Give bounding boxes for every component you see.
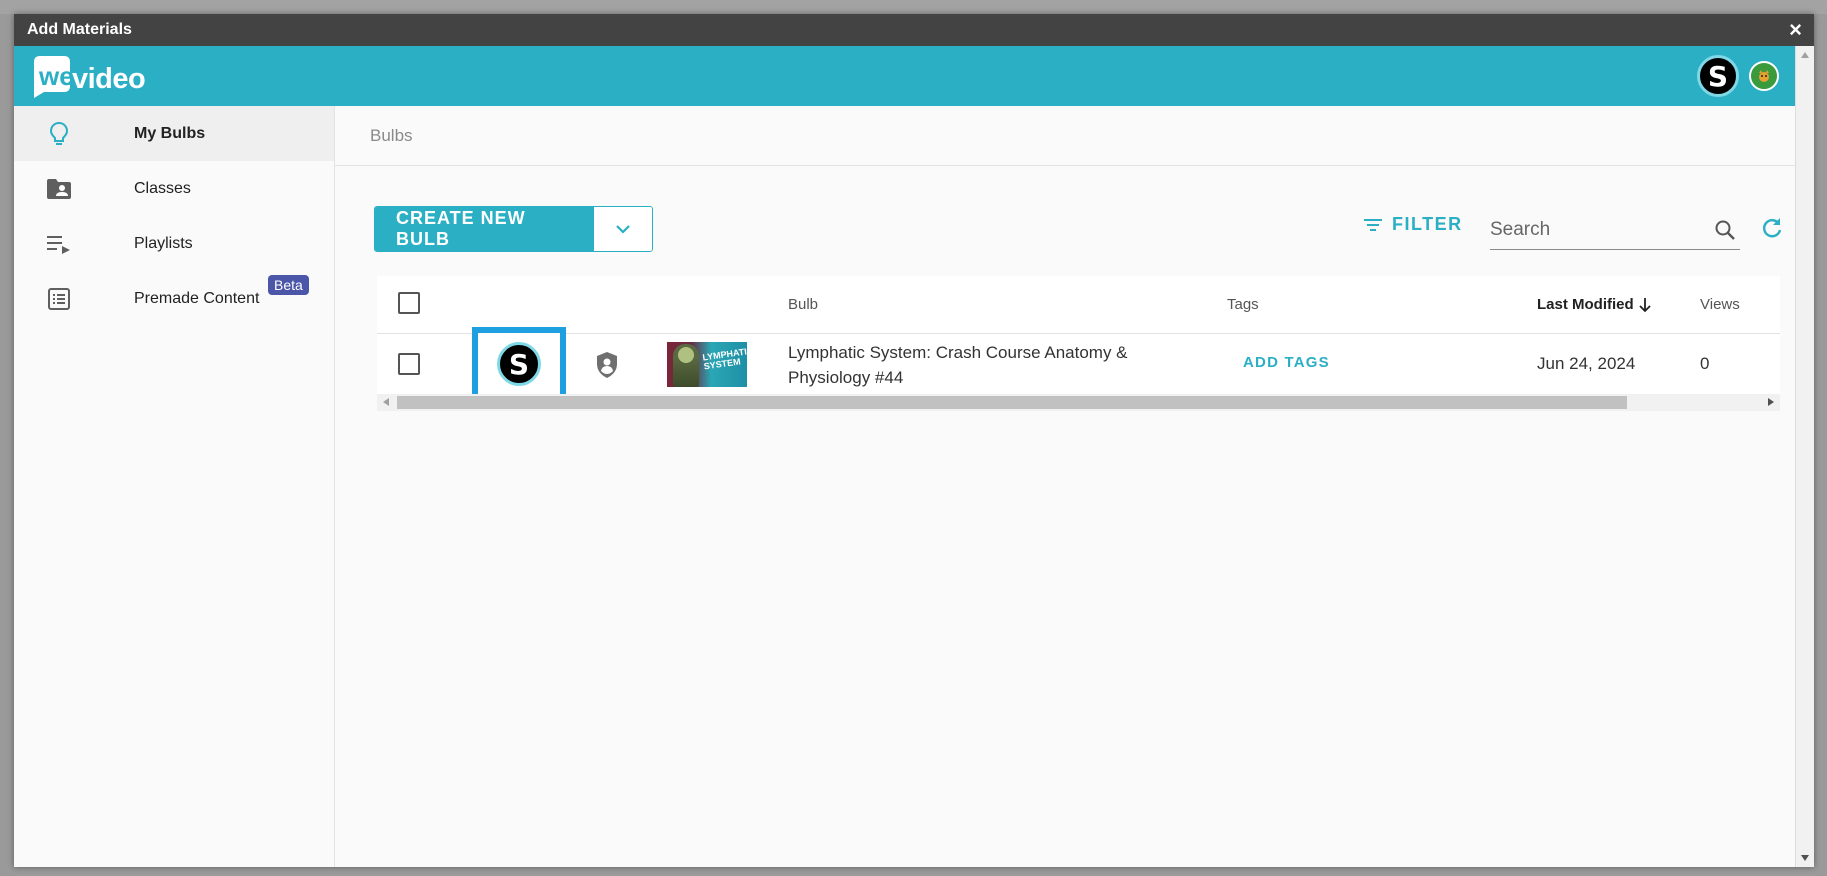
thumbnail-figure — [673, 344, 699, 387]
breadcrumb-bar: Bulbs — [335, 106, 1795, 166]
filter-label: FILTER — [1392, 214, 1463, 234]
create-new-bulb-button-group: CREATE NEW BULB — [374, 206, 653, 252]
logo-text: video — [72, 63, 146, 95]
last-modified-cell: Jun 24, 2024 — [1537, 354, 1636, 373]
breadcrumb[interactable]: Bulbs — [370, 126, 413, 146]
beta-badge: Beta — [268, 275, 309, 295]
list-box-icon — [44, 284, 74, 314]
bulb-title[interactable]: Lymphatic System: Crash Course Anatomy &… — [788, 340, 1158, 390]
thumbnail-text: LYMPHATIC SYSTEM — [701, 345, 747, 372]
sidebar-item-label: Playlists — [134, 234, 193, 252]
mascot-icon — [1759, 70, 1769, 82]
scroll-left-icon[interactable] — [383, 398, 389, 406]
filter-icon — [1364, 218, 1382, 231]
scroll-up-icon[interactable] — [1801, 52, 1809, 58]
shield-user-icon — [597, 352, 617, 378]
row-checkbox[interactable] — [398, 353, 420, 375]
sidebar-item-label: My Bulbs — [134, 124, 206, 142]
modal-titlebar: Add Materials × — [14, 14, 1814, 46]
sidebar-item-label: Classes — [134, 179, 191, 197]
toolbar: CREATE NEW BULB FILTER — [374, 206, 1784, 252]
sidebar-item-my-bulbs[interactable]: My Bulbs — [14, 106, 334, 161]
owner-avatar-highlight[interactable]: S — [472, 327, 566, 401]
main-content: Bulbs CREATE NEW BULB FILTER Search Bulb… — [335, 106, 1795, 867]
folder-user-icon — [44, 174, 74, 204]
arrow-down-icon — [1639, 297, 1651, 312]
create-options-dropdown-button[interactable] — [594, 207, 652, 251]
wevideo-logo[interactable]: we video — [30, 52, 180, 100]
close-icon[interactable]: × — [1789, 19, 1802, 41]
add-tags-button[interactable]: ADD TAGS — [1243, 354, 1330, 371]
modal-vertical-scrollbar[interactable] — [1795, 46, 1814, 867]
filter-button[interactable]: FILTER — [1364, 214, 1463, 235]
views-cell: 0 — [1700, 354, 1710, 373]
header-right: S — [1697, 55, 1779, 97]
svg-text:we: we — [38, 61, 74, 91]
playlist-icon — [44, 229, 74, 259]
table-horizontal-scrollbar[interactable] — [377, 394, 1780, 411]
app-header: we video S — [14, 46, 1795, 106]
column-header-bulb[interactable]: Bulb — [788, 296, 818, 313]
add-materials-modal: Add Materials × we video S My Bulbs Clas… — [14, 14, 1814, 867]
sidebar-item-premade-content[interactable]: Premade Content Beta — [14, 271, 334, 326]
column-header-last-modified[interactable]: Last Modified — [1537, 296, 1652, 313]
chevron-down-icon — [616, 225, 630, 234]
bulb-thumbnail[interactable]: LYMPHATIC SYSTEM — [667, 342, 747, 387]
search-field — [1490, 210, 1740, 250]
column-header-tags[interactable]: Tags — [1227, 296, 1259, 313]
sidebar-item-playlists[interactable]: Playlists — [14, 216, 334, 271]
scroll-down-icon[interactable] — [1801, 855, 1809, 861]
search-icon[interactable] — [1714, 219, 1736, 241]
scroll-right-icon[interactable] — [1768, 398, 1774, 406]
create-new-bulb-button[interactable]: CREATE NEW BULB — [375, 207, 594, 251]
background-page — [0, 0, 1827, 14]
scrollbar-thumb[interactable] — [397, 396, 1627, 409]
column-header-views[interactable]: Views — [1700, 296, 1740, 313]
bulbs-table: Bulb Tags Last Modified Views S LYMPHATI… — [377, 276, 1780, 411]
select-all-checkbox[interactable] — [398, 292, 420, 314]
sidebar-item-classes[interactable]: Classes — [14, 161, 334, 216]
search-input[interactable] — [1490, 218, 1700, 241]
user-avatar[interactable]: S — [1697, 55, 1739, 97]
secondary-avatar[interactable] — [1749, 61, 1779, 91]
table-header: Bulb Tags Last Modified Views — [377, 276, 1780, 334]
sidebar: My Bulbs Classes Playlists Premade Conte… — [14, 106, 335, 867]
column-header-label: Last Modified — [1537, 296, 1634, 313]
lightbulb-icon — [44, 119, 74, 149]
table-row[interactable]: S LYMPHATIC SYSTEM Lymphatic System: Cra… — [377, 327, 1780, 401]
sidebar-item-label: Premade Content — [134, 289, 260, 307]
owner-avatar: S — [497, 342, 541, 386]
refresh-icon[interactable] — [1760, 216, 1784, 240]
modal-title: Add Materials — [27, 21, 132, 38]
